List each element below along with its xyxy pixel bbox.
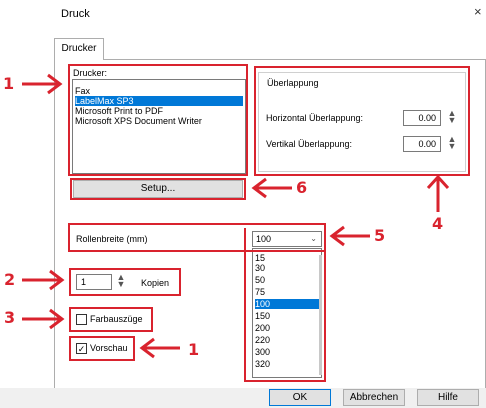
highlight-overlap	[254, 66, 470, 176]
annotation-number: 4	[432, 214, 444, 233]
annotation-number: 5	[374, 226, 386, 245]
arrow-left-icon	[139, 337, 180, 359]
highlight-preview	[69, 336, 135, 361]
annotation-number: 1	[188, 340, 200, 359]
arrow-right-icon	[22, 269, 65, 291]
arrow-up-icon	[426, 174, 450, 212]
annotation-number: 1	[3, 74, 15, 93]
tab-drucker[interactable]: Drucker	[54, 38, 104, 60]
cancel-button[interactable]: Abbrechen	[343, 389, 405, 406]
arrow-left-icon	[329, 225, 370, 247]
annotation-number: 3	[4, 308, 16, 327]
ok-button[interactable]: OK	[269, 389, 331, 406]
arrow-right-icon	[22, 308, 65, 330]
highlight-copies	[69, 268, 181, 296]
annotation-number: 2	[4, 270, 16, 289]
highlight-printer-list	[68, 64, 248, 176]
arrow-left-icon	[251, 177, 292, 199]
highlight-color-separation	[69, 307, 153, 332]
footer-bar	[0, 388, 486, 408]
highlight-setup	[70, 178, 246, 200]
close-icon[interactable]: ×	[474, 4, 482, 19]
highlight-roll-width-dropdown	[244, 228, 326, 382]
help-button[interactable]: Hilfe	[417, 389, 479, 406]
annotation-number: 6	[296, 178, 308, 197]
window-title: Druck	[61, 8, 90, 20]
arrow-right-icon	[22, 73, 63, 95]
